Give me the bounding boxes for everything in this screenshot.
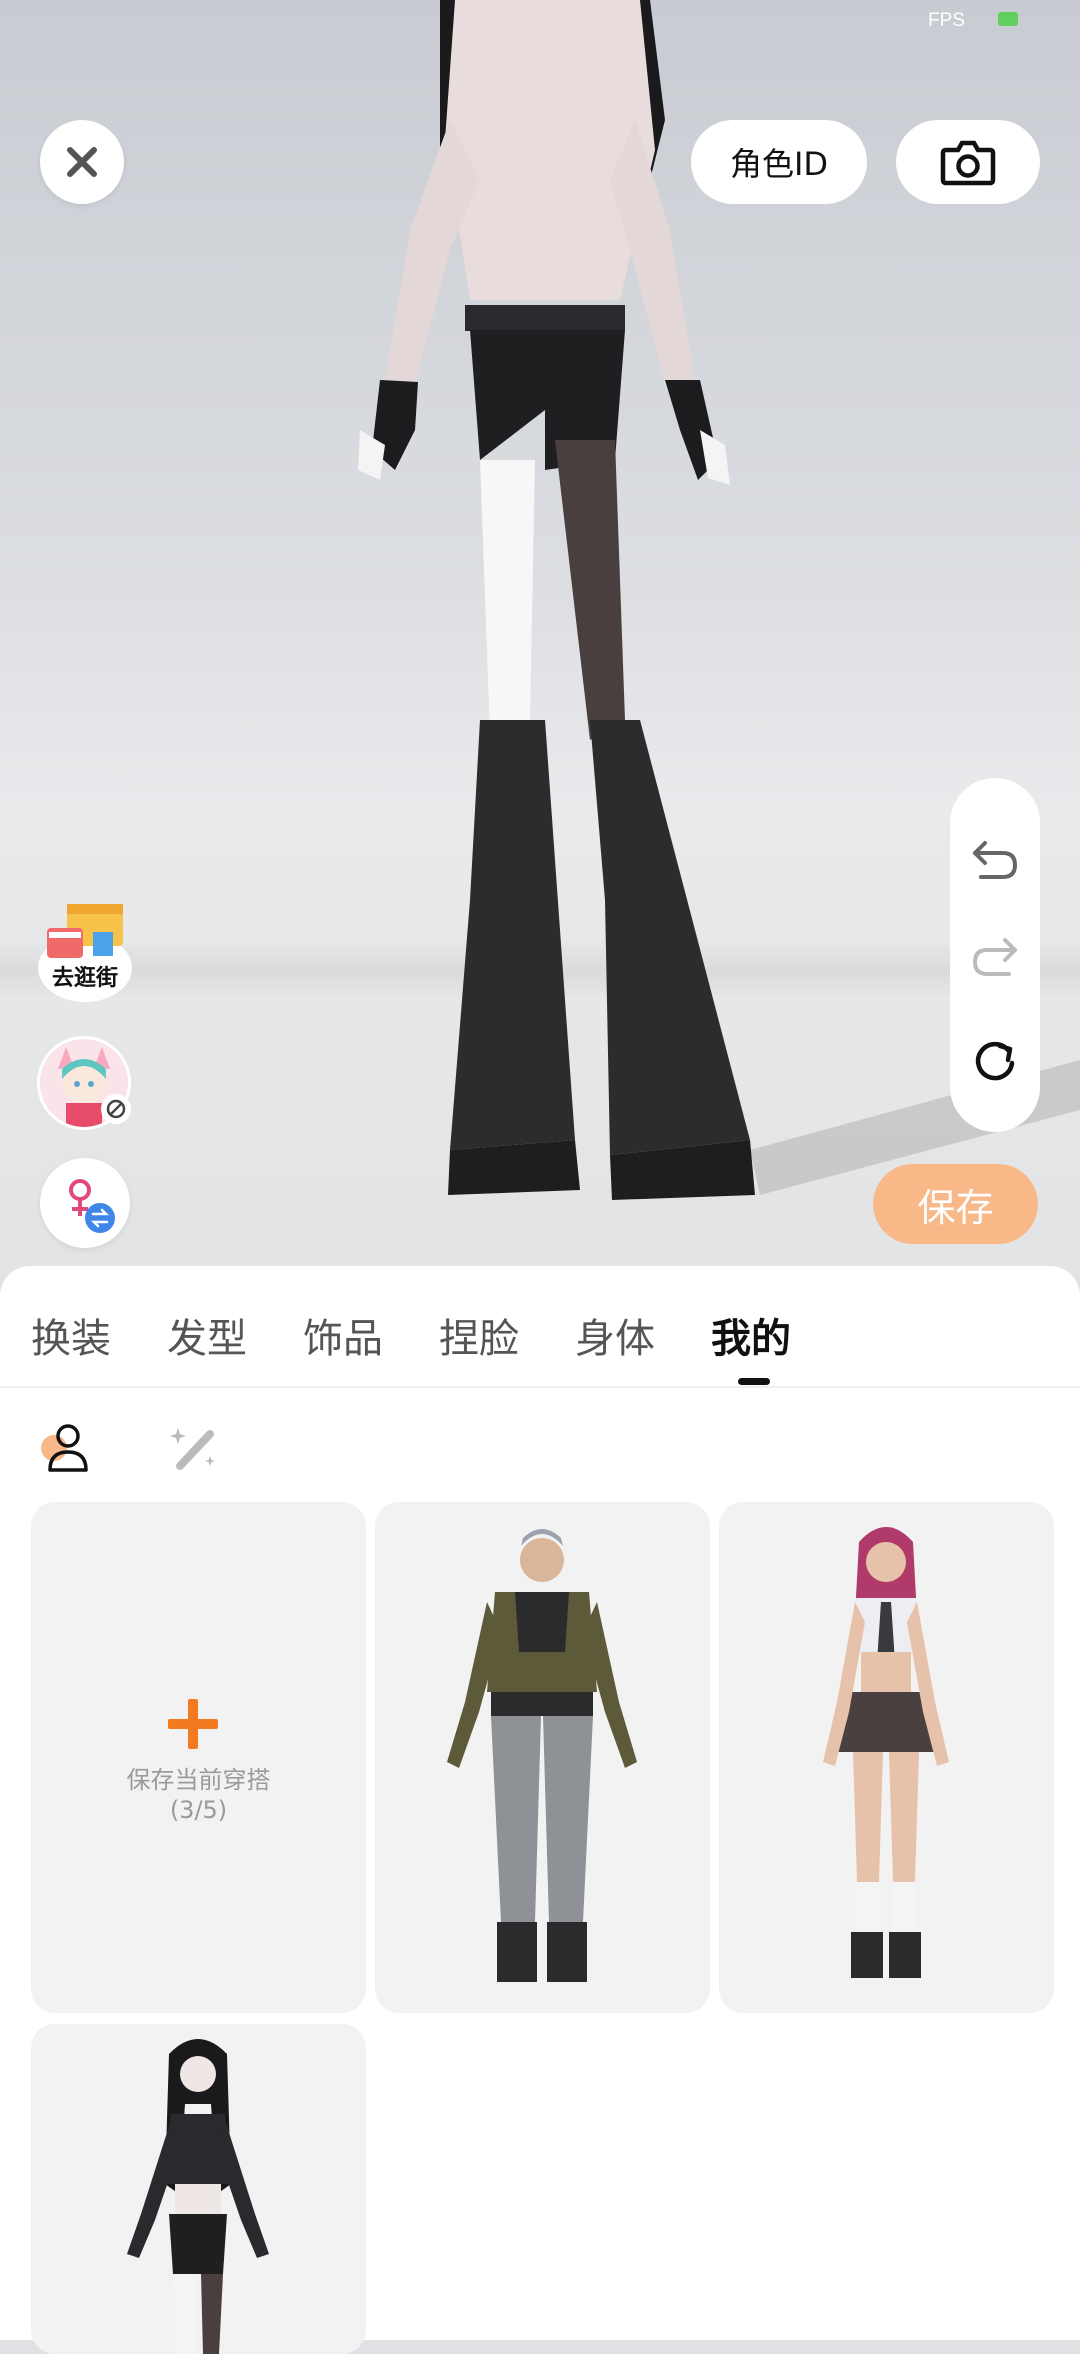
fps-indicator [998, 12, 1018, 26]
redo-icon [972, 938, 1017, 976]
close-button[interactable] [40, 120, 124, 204]
tab-face[interactable]: 捏脸 [439, 1306, 519, 1364]
subtab-person[interactable] [34, 1416, 94, 1476]
redo-button[interactable] [950, 911, 1040, 1001]
magic-wand-icon [170, 1428, 215, 1470]
female-outfit-figure [823, 1527, 949, 1978]
gender-switch-icon [69, 1179, 115, 1233]
role-id-label: 角色ID [729, 145, 829, 183]
undo-button[interactable] [950, 814, 1040, 904]
shop-button[interactable]: 去逛街 [37, 898, 133, 1008]
outfit-count: (3/5) [169, 1796, 228, 1824]
subtab-magic[interactable] [164, 1416, 224, 1476]
reset-icon [975, 1041, 1015, 1081]
save-label: 保存 [917, 1185, 994, 1230]
add-outfit-card[interactable]: 保存当前穿搭 (3/5) [31, 1502, 366, 2013]
avatar-button[interactable] [37, 1036, 131, 1130]
goth-outfit-figure [127, 2039, 269, 2354]
outfit-card-male[interactable] [375, 1502, 710, 2013]
person-icon [41, 1424, 88, 1472]
add-outfit-label: 保存当前穿搭 [126, 1766, 271, 1794]
avatar-badge [101, 1094, 131, 1124]
camera-icon [940, 140, 996, 186]
tab-outfit[interactable]: 换装 [31, 1306, 111, 1364]
history-panel [950, 778, 1040, 1132]
plus-icon [168, 1699, 218, 1749]
save-button[interactable]: 保存 [873, 1164, 1038, 1244]
camera-button[interactable] [896, 120, 1040, 204]
reset-button[interactable] [950, 1018, 1040, 1108]
male-outfit-figure [447, 1529, 637, 1982]
tab-accessories[interactable]: 饰品 [303, 1306, 383, 1364]
gender-switch-button[interactable] [40, 1158, 130, 1248]
outfit-card-goth[interactable] [31, 2024, 366, 2354]
hide-icon [106, 1099, 126, 1119]
tabs-divider [0, 1386, 1080, 1388]
customize-panel: 换装 发型 饰品 捏脸 身体 我的 保存当前穿搭 (3/5) [0, 1266, 1080, 2354]
close-icon [67, 147, 97, 177]
undo-icon [973, 841, 1018, 879]
tab-body[interactable]: 身体 [575, 1306, 655, 1364]
tab-hairstyle[interactable]: 发型 [167, 1306, 247, 1364]
fps-label: FPS [928, 10, 965, 31]
active-tab-indicator [738, 1378, 770, 1385]
tab-mine[interactable]: 我的 [711, 1306, 791, 1364]
outfit-card-female[interactable] [719, 1502, 1054, 2013]
category-tabs: 换装 发型 饰品 捏脸 身体 我的 [0, 1266, 1080, 1386]
role-id-button[interactable]: 角色ID [691, 120, 867, 204]
shop-label: 去逛街 [51, 966, 118, 991]
